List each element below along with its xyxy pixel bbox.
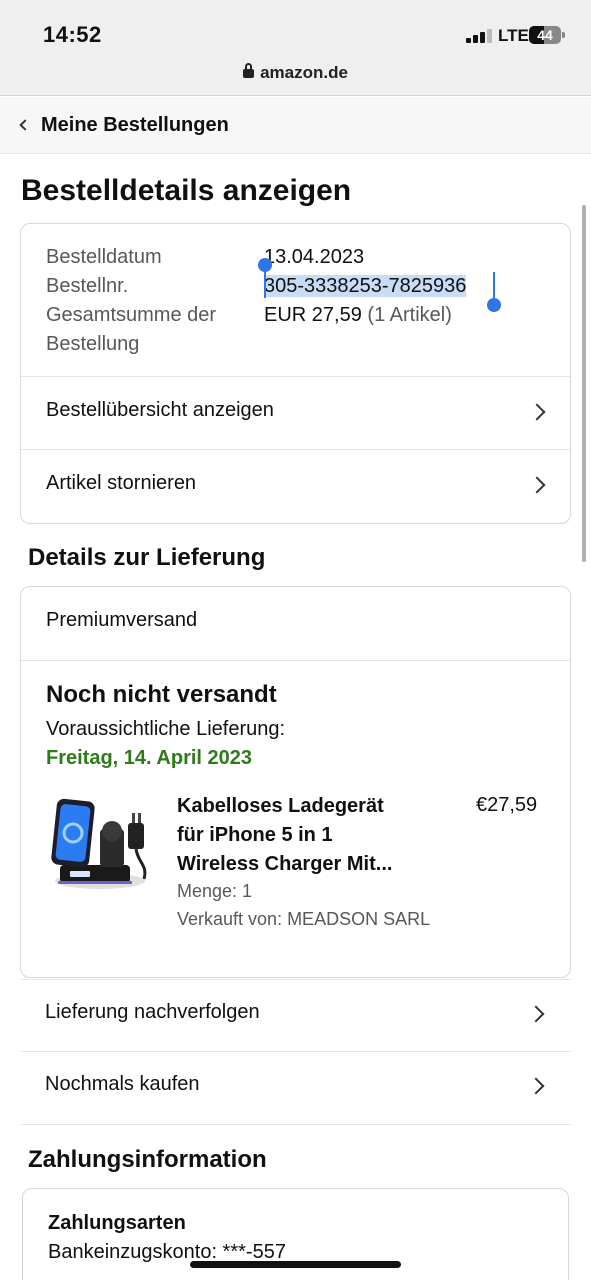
view-order-summary-row[interactable]: Bestellübersicht anzeigen — [21, 377, 570, 449]
product-title-line3[interactable]: Wireless Charger Mit... — [177, 853, 392, 875]
product-quantity: Menge: 1 — [177, 881, 253, 901]
order-total-value: EUR 27,59 (1 Artikel) — [264, 301, 452, 330]
order-total-items: (1 Artikel) — [367, 304, 452, 326]
battery-icon: 44 — [529, 26, 565, 44]
buy-again-row[interactable]: Nochmals kaufen — [20, 1052, 571, 1124]
wireless-charger-product-image[interactable] — [48, 795, 158, 895]
browser-top-bar: 14:52 LTE 44 amazon.de — [0, 0, 591, 96]
order-total-label-line2: Bestellung — [46, 333, 140, 355]
order-date-label: Bestelldatum — [46, 246, 162, 268]
payment-heading: Zahlungsinformation — [28, 1146, 267, 1173]
product-price: €27,59 — [476, 794, 538, 816]
status-time: 14:52 — [43, 22, 102, 47]
cellular-signal-icon — [466, 29, 492, 43]
cancel-items-label: Artikel stornieren — [46, 472, 197, 494]
navigation-bar: Meine Bestellungen — [0, 97, 591, 154]
url-bar[interactable]: amazon.de — [0, 63, 591, 83]
url-domain: amazon.de — [260, 63, 348, 82]
expected-delivery-label: Voraussichtliche Lieferung: — [46, 718, 286, 740]
expected-delivery-date: Freitag, 14. April 2023 — [46, 747, 253, 769]
chevron-right-icon — [528, 403, 546, 421]
scrollbar[interactable] — [582, 205, 586, 562]
order-total-label-line1: Gesamtsumme der — [46, 304, 217, 326]
cancel-items-row[interactable]: Artikel stornieren — [21, 450, 570, 524]
shipping-method: Premiumversand — [46, 609, 198, 631]
order-number-value[interactable]: 305-3338253-7825936 — [264, 272, 467, 301]
order-number-selection[interactable]: 305-3338253-7825936 — [264, 275, 467, 297]
chevron-right-icon — [528, 476, 546, 494]
lock-icon — [243, 63, 255, 78]
order-total-amount: EUR 27,59 — [264, 304, 362, 326]
wireless-charger-icon — [51, 798, 147, 889]
back-to-orders-link[interactable]: Meine Bestellungen — [17, 114, 229, 137]
divider — [21, 660, 570, 661]
view-order-summary-label: Bestellübersicht anzeigen — [46, 399, 274, 421]
buy-again-label: Nochmals kaufen — [45, 1073, 200, 1095]
home-indicator[interactable] — [190, 1261, 401, 1268]
page-title: Bestelldetails anzeigen — [21, 174, 352, 207]
chevron-left-icon — [19, 119, 31, 131]
battery-level: 44 — [537, 27, 553, 43]
payment-methods-label: Zahlungsarten — [48, 1212, 186, 1234]
order-info-card: Bestelldatum 13.04.2023 Bestellnr. 305-3… — [20, 223, 571, 524]
network-type: LTE — [498, 26, 529, 45]
divider — [20, 1124, 571, 1125]
order-number-label: Bestellnr. — [46, 275, 129, 297]
selection-end-handle[interactable] — [487, 298, 501, 312]
chevron-right-icon — [527, 1005, 545, 1023]
product-title-line1[interactable]: Kabelloses Ladegerät — [177, 795, 384, 817]
track-delivery-label: Lieferung nachverfolgen — [45, 1001, 260, 1023]
track-delivery-row[interactable]: Lieferung nachverfolgen — [20, 980, 571, 1052]
delivery-actions: Lieferung nachverfolgen Nochmals kaufen — [20, 979, 571, 1125]
order-total-label: Gesamtsumme der Bestellung — [46, 301, 216, 359]
chevron-right-icon — [527, 1077, 545, 1095]
order-date-value: 13.04.2023 — [264, 246, 365, 268]
shipment-status: Noch nicht versandt — [46, 681, 277, 708]
selection-start-handle[interactable] — [258, 258, 272, 272]
product-title[interactable]: Kabelloses Ladegerät für iPhone 5 in 1 W… — [177, 792, 392, 879]
delivery-heading: Details zur Lieferung — [28, 544, 266, 571]
delivery-card: Premiumversand Noch nicht versandt Vorau… — [20, 586, 571, 978]
back-label: Meine Bestellungen — [41, 114, 229, 136]
product-title-line2[interactable]: für iPhone 5 in 1 — [177, 824, 333, 846]
product-seller: Verkauft von: MEADSON SARL — [177, 909, 431, 929]
